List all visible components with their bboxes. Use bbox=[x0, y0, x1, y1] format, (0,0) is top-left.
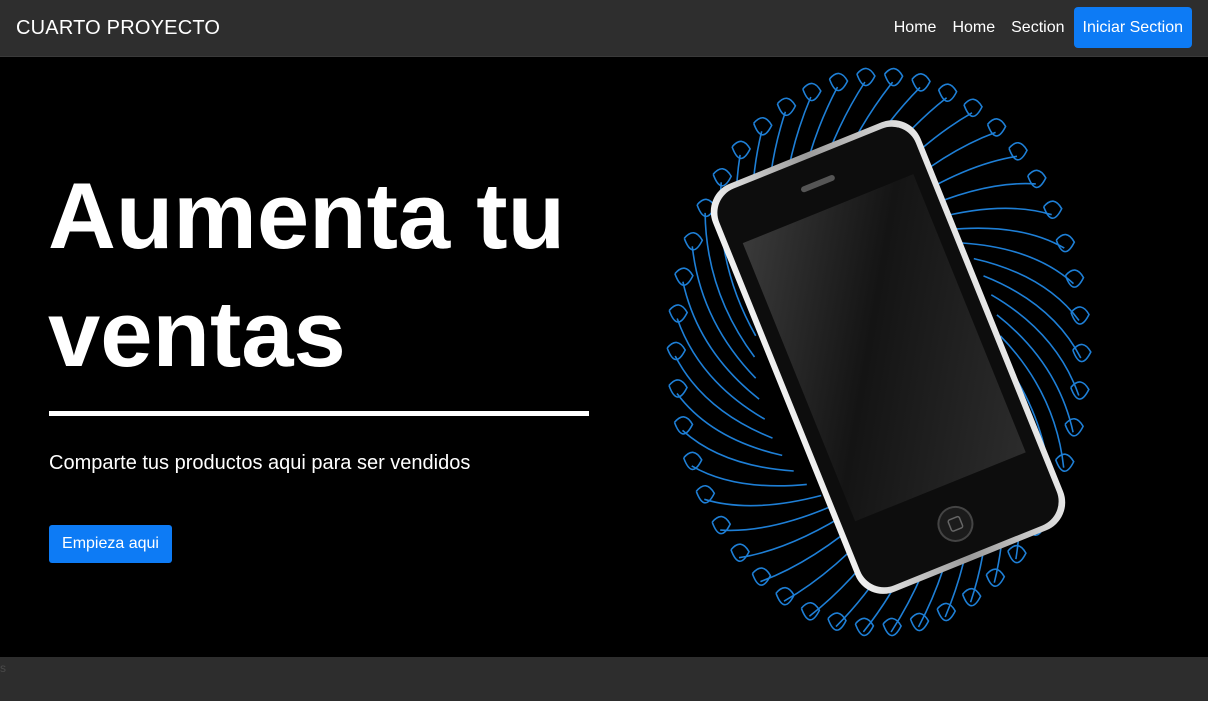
login-button[interactable]: Iniciar Section bbox=[1073, 7, 1192, 48]
nav-links: Home Home Section Iniciar Section bbox=[886, 7, 1192, 48]
footer-mark: s bbox=[0, 661, 6, 675]
nav-link-home-2[interactable]: Home bbox=[944, 7, 1003, 48]
smartphone-illustration bbox=[666, 67, 1092, 637]
title-divider bbox=[49, 411, 589, 416]
hero-subtitle: Comparte tus productos aqui para ser ven… bbox=[49, 452, 471, 474]
footer-bar: s bbox=[0, 657, 1208, 701]
nav-link-home[interactable]: Home bbox=[886, 7, 945, 48]
hero-title: Aumenta tu ventas bbox=[48, 163, 565, 386]
top-navbar: CUARTO PROYECTO Home Home Section Inicia… bbox=[0, 0, 1208, 57]
start-button[interactable]: Empieza aqui bbox=[49, 525, 172, 563]
hero-section: Aumenta tu ventas Comparte tus productos… bbox=[0, 57, 1208, 657]
brand-logo[interactable]: CUARTO PROYECTO bbox=[16, 16, 220, 40]
nav-link-section[interactable]: Section bbox=[1003, 7, 1072, 48]
